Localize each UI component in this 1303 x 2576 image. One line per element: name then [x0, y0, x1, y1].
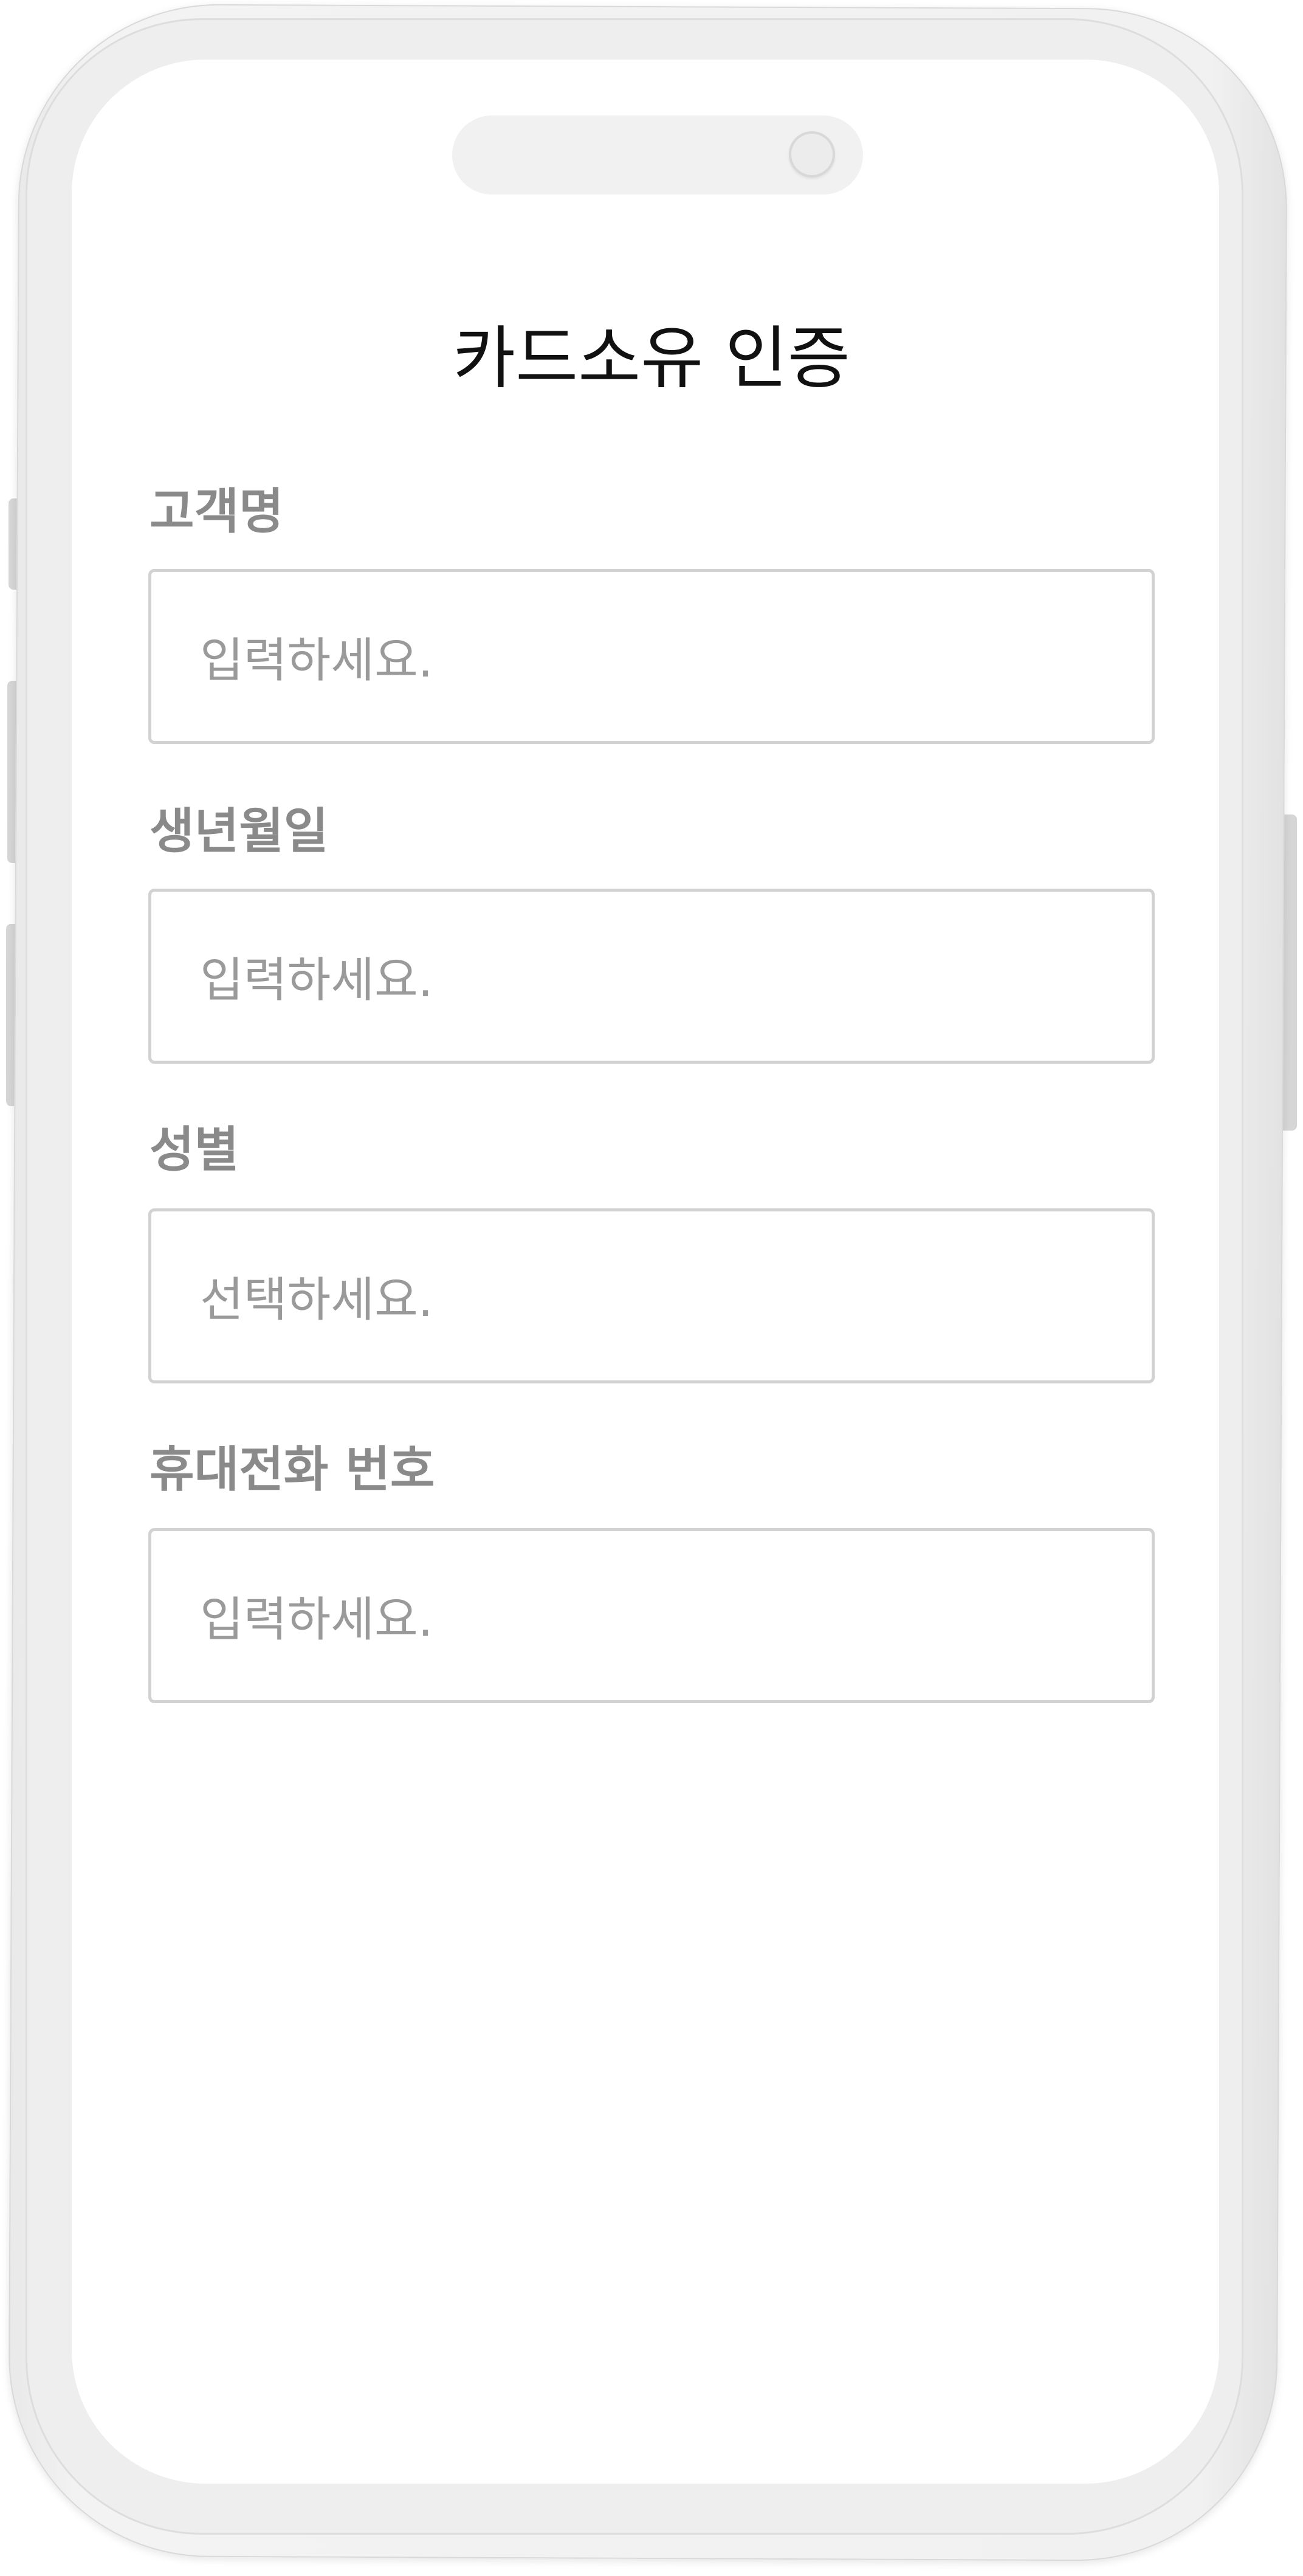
customer-name-label: 고객명	[150, 483, 284, 540]
gender-label: 성별	[150, 1121, 239, 1178]
phone-number-placeholder: 입력하세요.	[200, 1593, 433, 1647]
gender-select[interactable]: 선택하세요.	[148, 1208, 1155, 1383]
page-title: 카드소유 인증	[453, 319, 850, 398]
stage: 카드소유 인증 고객명 입력하세요. 생년월일 입력하세요. 성별 선택하세요.…	[0, 0, 1303, 2576]
customer-name-placeholder: 입력하세요.	[200, 633, 433, 688]
birthdate-placeholder: 입력하세요.	[200, 953, 433, 1008]
phone-number-label: 휴대전화 번호	[150, 1441, 435, 1498]
birthdate-label: 생년월일	[150, 803, 329, 859]
gender-placeholder: 선택하세요.	[200, 1273, 433, 1328]
phone-number-input[interactable]: 입력하세요.	[148, 1528, 1155, 1703]
camera-icon	[789, 131, 835, 177]
birthdate-input[interactable]: 입력하세요.	[148, 889, 1155, 1064]
customer-name-input[interactable]: 입력하세요.	[148, 569, 1155, 744]
